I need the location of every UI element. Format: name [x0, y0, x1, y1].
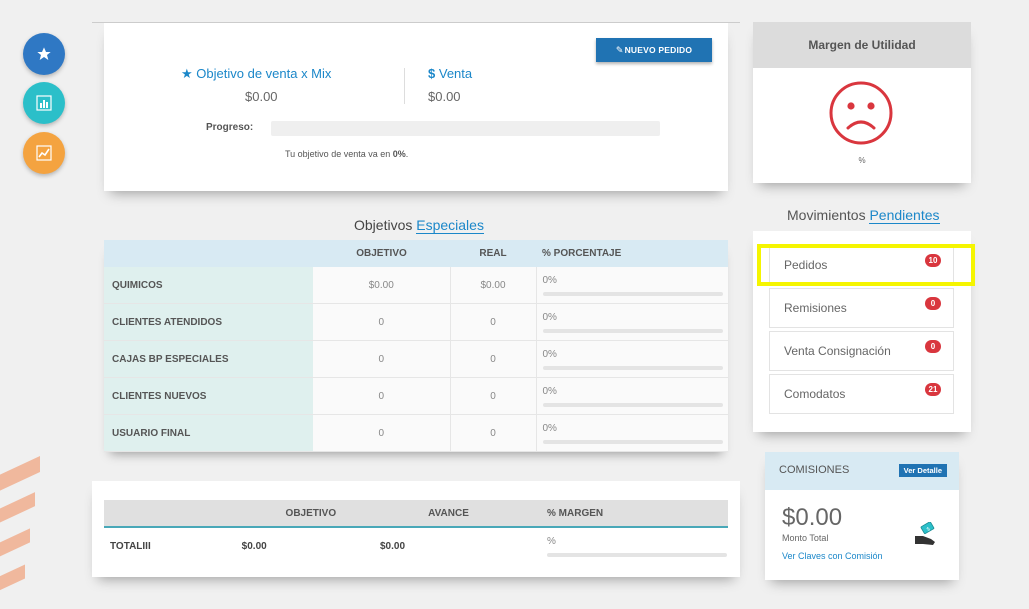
row-porcentaje: 0%: [536, 267, 728, 304]
totales-avance: $0.00: [380, 540, 406, 552]
row-porcentaje: 0%: [536, 340, 728, 378]
table-row: CAJAS BP ESPECIALES 0 0 0%: [104, 340, 728, 378]
margen-utilidad-card: Margen de Utilidad %: [753, 22, 971, 183]
movimiento-label: Comodatos: [784, 387, 846, 401]
row-objetivo: $0.00: [313, 267, 451, 304]
table-row: CLIENTES NUEVOS 0 0 0%: [104, 377, 728, 415]
column-header: AVANCE: [380, 500, 517, 528]
row-porcentaje: 0%: [536, 303, 728, 341]
line-chart-icon: [36, 145, 52, 161]
row-name: QUIMICOS: [104, 267, 313, 304]
money-hand-icon: $: [915, 522, 935, 545]
row-real: 0: [450, 340, 537, 378]
row-porcentaje: 0%: [536, 377, 728, 415]
comisiones-title: COMISIONES: [779, 464, 850, 476]
sad-face-icon: [829, 81, 893, 145]
ver-detalle-button[interactable]: Ver Detalle: [898, 464, 947, 477]
row-progress-bar: [542, 365, 723, 370]
comisiones-card: COMISIONES Ver Detalle $0.00 Monto Total…: [765, 452, 959, 580]
margen-value: %: [858, 156, 866, 165]
venta-label: $ Venta: [428, 66, 473, 81]
bar-chart-button[interactable]: [23, 82, 65, 124]
row-progress-bar: [542, 291, 723, 296]
row-real: $0.00: [450, 267, 537, 304]
objetivo-venta-value: $0.00: [245, 89, 278, 104]
decorative-stripe: [0, 564, 25, 600]
decorative-stripe: [0, 492, 35, 532]
column-header: [104, 240, 313, 267]
bar-chart-icon: [36, 95, 52, 111]
venta-value: $0.00: [428, 89, 461, 104]
row-objetivo: 0: [313, 377, 451, 415]
row-real: 0: [450, 414, 537, 452]
ver-claves-link[interactable]: Ver Claves con Comisión: [782, 551, 883, 561]
column-header: OBJETIVO: [241, 500, 380, 528]
movimiento-item-remisiones[interactable]: Remisiones 0: [769, 288, 954, 328]
comisiones-amount: $0.00: [782, 504, 843, 531]
star-icon: [37, 47, 51, 60]
nuevo-pedido-button[interactable]: ✎ NUEVO PEDIDO: [596, 38, 712, 62]
row-progress-bar: [542, 328, 723, 333]
totales-name: TOTALIII: [110, 540, 151, 552]
table-row: TOTALIII $0.00 $0.00 %: [104, 527, 728, 564]
dollar-icon: $: [428, 66, 436, 81]
row-name: CAJAS BP ESPECIALES: [104, 340, 313, 378]
count-badge: 21: [925, 383, 941, 396]
table-header-row: OBJETIVO AVANCE % MARGEN: [104, 500, 728, 528]
table-row: QUIMICOS $0.00 $0.00 0%: [104, 267, 728, 304]
column-header: REAL: [450, 240, 536, 267]
column-header: % MARGEN: [517, 500, 728, 528]
star-icon: ★: [181, 66, 193, 81]
row-name: CLIENTES NUEVOS: [104, 377, 313, 415]
table-header-row: OBJETIVO REAL % PORCENTAJE: [104, 240, 728, 267]
pedidos-highlight: [757, 244, 975, 286]
table-row: CLIENTES ATENDIDOS 0 0 0%: [104, 303, 728, 341]
margen-utilidad-title: Margen de Utilidad: [808, 38, 916, 52]
margen-utilidad-header: Margen de Utilidad: [753, 22, 971, 68]
movimientos-pendientes-title: Movimientos Pendientes: [787, 207, 940, 224]
decorative-stripe: [0, 528, 30, 566]
movimiento-item-venta-consignacin[interactable]: Venta Consignación 0: [769, 331, 954, 371]
movimiento-label: Venta Consignación: [784, 344, 891, 358]
comisiones-header: COMISIONES Ver Detalle: [765, 452, 959, 490]
row-objetivo: 0: [313, 414, 451, 452]
objetivo-venta-label: ★ Objetivo de venta x Mix: [181, 66, 332, 81]
row-objetivo: 0: [313, 340, 451, 378]
row-progress-bar: [542, 439, 723, 444]
progreso-label: Progreso:: [206, 122, 254, 133]
column-header: [104, 500, 242, 528]
trend-chart-button[interactable]: [23, 132, 65, 174]
edit-icon: ✎: [615, 44, 624, 55]
count-badge: 0: [925, 297, 941, 310]
row-porcentaje: 0%: [536, 414, 728, 452]
table-row: USUARIO FINAL 0 0 0%: [104, 414, 728, 452]
favorites-button[interactable]: [23, 33, 65, 75]
movimiento-label: Remisiones: [784, 301, 847, 315]
row-objetivo: 0: [313, 303, 451, 341]
movimiento-item-comodatos[interactable]: Comodatos 21: [769, 374, 954, 414]
totales-table: OBJETIVO AVANCE % MARGEN TOTALIII $0.00 …: [104, 500, 728, 564]
progress-text: Tu objetivo de venta va en 0%.: [285, 149, 409, 159]
totales-margen: %: [517, 527, 728, 564]
column-header: % PORCENTAJE: [536, 240, 728, 267]
row-real: 0: [450, 303, 537, 341]
row-name: CLIENTES ATENDIDOS: [104, 303, 313, 341]
progress-bar: [271, 121, 660, 136]
margen-progress-bar: [547, 552, 727, 557]
totales-objetivo: $0.00: [241, 540, 267, 552]
summary-divider: [404, 68, 405, 104]
row-progress-bar: [542, 402, 723, 407]
objetivos-especiales-table: OBJETIVO REAL % PORCENTAJE QUIMICOS $0.00…: [104, 240, 728, 452]
comisiones-amount-caption: Monto Total: [782, 533, 829, 543]
row-name: USUARIO FINAL: [104, 414, 313, 452]
objetivos-especiales-title: Objetivos Especiales: [354, 217, 484, 234]
column-header: OBJETIVO: [313, 240, 450, 267]
row-real: 0: [450, 377, 537, 415]
count-badge: 0: [925, 340, 941, 353]
